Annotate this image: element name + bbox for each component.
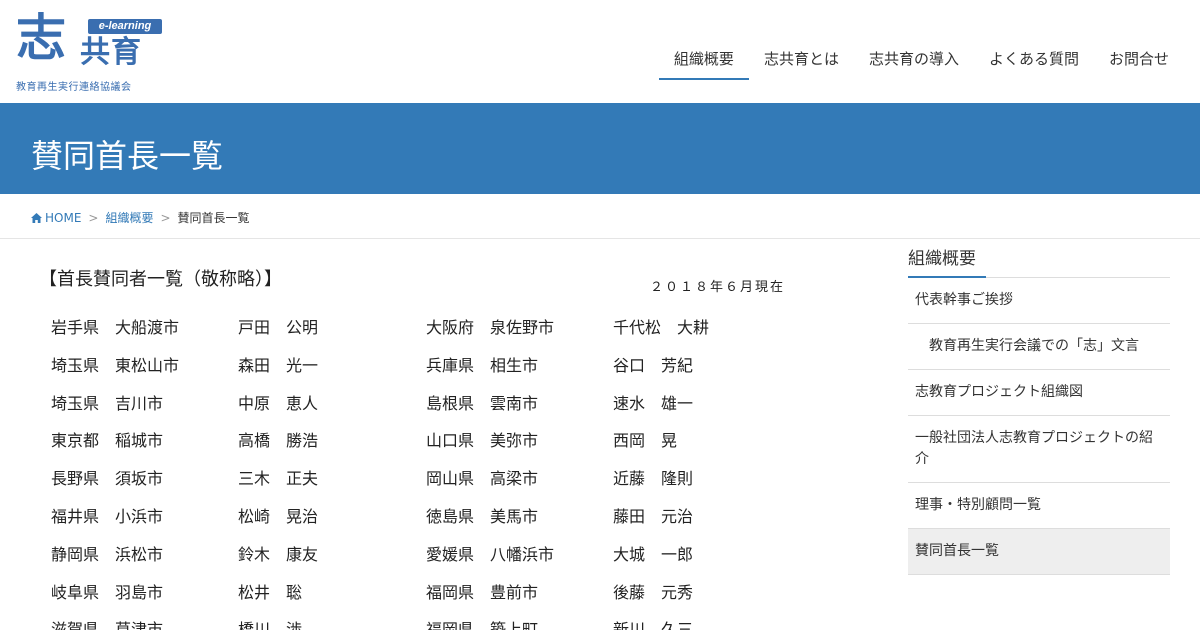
sidebar-item[interactable]: 理事・特別顧問一覧 <box>908 483 1170 529</box>
breadcrumb-separator: > <box>88 210 99 225</box>
table-row: 岐阜県 羽島市 松井 聡 福岡県 豊前市 後藤 元秀 <box>51 579 763 617</box>
table-row: 静岡県 浜松市 鈴木 康友 愛媛県 八幡浜市 大城 一郎 <box>51 541 763 579</box>
logo-badge: e-learning <box>88 19 162 34</box>
nav-item-about[interactable]: 志共育とは <box>749 38 854 80</box>
mayor-name-cell: 松井 聡 <box>238 582 303 602</box>
table-row: 滋賀県 草津市 橋川 渉 福岡県 築上町 新川 久三 <box>51 616 763 630</box>
mayor-name-cell: 鈴木 康友 <box>238 544 319 564</box>
sidebar-item[interactable]: 一般社団法人志教育プロジェクトの紹介 <box>908 416 1170 483</box>
table-row: 岩手県 大船渡市 戸田 公明 大阪府 泉佐野市 千代松 大耕 <box>51 314 763 352</box>
site-header: 志 e-learning 共育 教育再生実行連絡協議会 組織概要 志共育とは 志… <box>0 0 1200 103</box>
mayor-name-cell: 藤田 元治 <box>613 506 694 526</box>
sidebar: 組織概要 代表幹事ご挨拶 教育再生実行会議での「志」文言 志教育プロジェクト組織図一… <box>908 240 1170 575</box>
municipality-cell: 埼玉県 吉川市 <box>51 393 164 413</box>
mayor-name-cell: 西岡 晃 <box>613 431 678 451</box>
table-row: 長野県 須坂市 三木 正夫 岡山県 高梁市 近藤 隆則 <box>51 465 763 503</box>
mayor-name-cell: 大城 一郎 <box>613 544 694 564</box>
logo-brand: 共育 <box>80 35 142 70</box>
table-row: 福井県 小浜市 松崎 晃治 徳島県 美馬市 藤田 元治 <box>51 503 763 541</box>
main-nav: 組織概要 志共育とは 志共育の導入 よくある質問 お問合せ <box>658 38 1184 80</box>
logo-subtitle: 教育再生実行連絡協議会 <box>16 82 132 93</box>
mayor-name-cell: 谷口 芳紀 <box>613 355 694 375</box>
municipality-cell: 埼玉県 東松山市 <box>51 355 180 375</box>
mayor-name-cell: 後藤 元秀 <box>613 582 694 602</box>
page-title: 賛同首長一覧 <box>31 137 224 175</box>
municipality-cell: 大阪府 泉佐野市 <box>426 318 555 337</box>
mayor-table: 岩手県 大船渡市 戸田 公明 大阪府 泉佐野市 千代松 大耕埼玉県 東松山市 森田 光一… <box>51 314 763 630</box>
municipality-cell: 徳島県 美馬市 <box>426 506 539 526</box>
logo-main-char: 志 <box>16 8 66 67</box>
nav-item-introduction[interactable]: 志共育の導入 <box>854 38 974 80</box>
sidebar-title: 組織概要 <box>908 249 976 269</box>
mayor-name-cell: 三木 正夫 <box>238 469 319 489</box>
mayor-name-cell: 橋川 渉 <box>238 620 303 630</box>
as-of-date: ２０１８年６月現在 <box>650 280 786 295</box>
nav-item-contact[interactable]: お問合せ <box>1094 38 1184 80</box>
site-logo[interactable]: 志 e-learning 共育 教育再生実行連絡協議会 <box>14 8 162 94</box>
sidebar-item[interactable]: 教育再生実行会議での「志」文言 <box>908 324 1170 370</box>
main-content: 【首長賛同者一覧（敬称略）】 ２０１８年６月現在 岩手県 大船渡市 戸田 公明 大阪… <box>30 240 830 630</box>
mayor-name-cell: 速水 雄一 <box>613 393 694 413</box>
page-title-band: 賛同首長一覧 <box>0 103 1200 194</box>
content-heading: 【首長賛同者一覧（敬称略）】 <box>39 269 282 290</box>
mayor-name-cell: 戸田 公明 <box>238 318 319 337</box>
breadcrumb-home[interactable]: HOME <box>31 211 81 225</box>
municipality-cell: 岡山県 高梁市 <box>426 469 539 489</box>
home-icon <box>31 212 42 223</box>
table-row: 埼玉県 吉川市 中原 恵人 島根県 雲南市 速水 雄一 <box>51 390 763 428</box>
sidebar-item[interactable]: 代表幹事ご挨拶 <box>908 278 1170 324</box>
municipality-cell: 兵庫県 相生市 <box>426 355 539 375</box>
breadcrumb-parent[interactable]: 組織概要 <box>105 209 153 226</box>
municipality-cell: 静岡県 浜松市 <box>51 544 164 564</box>
mayor-name-cell: 新川 久三 <box>613 620 694 630</box>
nav-item-faq[interactable]: よくある質問 <box>974 38 1094 80</box>
municipality-cell: 福井県 小浜市 <box>51 506 164 526</box>
mayor-name-cell: 千代松 大耕 <box>613 318 710 337</box>
breadcrumb-home-label: HOME <box>45 210 82 225</box>
mayor-name-cell: 中原 恵人 <box>238 393 319 413</box>
sidebar-item[interactable]: 志教育プロジェクト組織図 <box>908 370 1170 416</box>
municipality-cell: 福岡県 築上町 <box>426 620 539 630</box>
table-row: 東京都 稲城市 高橋 勝浩 山口県 美弥市 西岡 晃 <box>51 427 763 465</box>
municipality-cell: 島根県 雲南市 <box>426 393 539 413</box>
municipality-cell: 東京都 稲城市 <box>51 431 164 451</box>
breadcrumb-separator: > <box>160 210 171 225</box>
nav-item-organization[interactable]: 組織概要 <box>658 38 749 80</box>
municipality-cell: 岩手県 大船渡市 <box>51 318 180 337</box>
mayor-name-cell: 高橋 勝浩 <box>238 431 319 451</box>
municipality-cell: 愛媛県 八幡浜市 <box>426 544 555 564</box>
municipality-cell: 長野県 須坂市 <box>51 469 164 489</box>
mayor-name-cell: 森田 光一 <box>238 355 319 375</box>
sidebar-header: 組織概要 <box>908 240 1170 278</box>
municipality-cell: 岐阜県 羽島市 <box>51 582 164 602</box>
table-row: 埼玉県 東松山市 森田 光一 兵庫県 相生市 谷口 芳紀 <box>51 352 763 390</box>
municipality-cell: 福岡県 豊前市 <box>426 582 539 602</box>
municipality-cell: 山口県 美弥市 <box>426 431 539 451</box>
sidebar-list: 代表幹事ご挨拶 教育再生実行会議での「志」文言 志教育プロジェクト組織図 一般社団法人… <box>908 278 1170 575</box>
sidebar-title-underline <box>908 276 986 278</box>
breadcrumb: HOME > 組織概要 > 賛同首長一覧 <box>0 194 1200 239</box>
sidebar-item[interactable]: 賛同首長一覧 <box>908 529 1170 575</box>
mayor-name-cell: 松崎 晃治 <box>238 506 319 526</box>
municipality-cell: 滋賀県 草津市 <box>51 620 164 630</box>
breadcrumb-current: 賛同首長一覧 <box>177 211 250 225</box>
mayor-name-cell: 近藤 隆則 <box>613 469 694 489</box>
